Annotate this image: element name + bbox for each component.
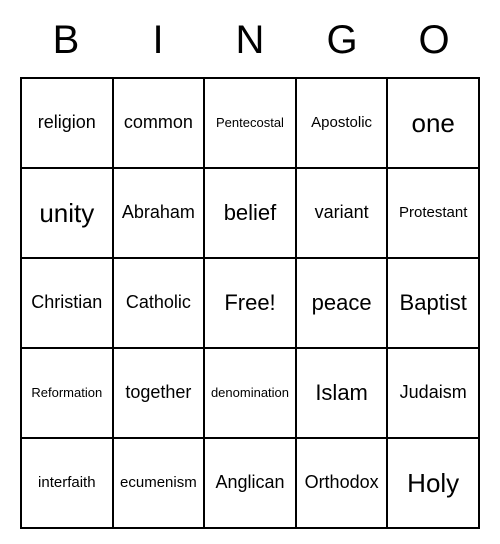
cell-text: Free!: [224, 291, 275, 315]
cell-text: Apostolic: [311, 115, 372, 132]
bingo-cell[interactable]: common: [113, 78, 205, 168]
cell-text: Catholic: [126, 293, 191, 313]
bingo-cell[interactable]: Holy: [387, 438, 479, 528]
bingo-header: B I N G O: [20, 10, 480, 77]
bingo-grid: religion common Pentecostal Apostolic on…: [20, 77, 480, 529]
cell-text: one: [411, 109, 454, 138]
bingo-cell[interactable]: Christian: [21, 258, 113, 348]
cell-text: unity: [39, 199, 94, 228]
bingo-cell[interactable]: interfaith: [21, 438, 113, 528]
bingo-cell[interactable]: denomination: [204, 348, 296, 438]
cell-text: Judaism: [400, 383, 467, 403]
bingo-cell[interactable]: religion: [21, 78, 113, 168]
cell-text: Baptist: [400, 291, 467, 315]
cell-text: Reformation: [31, 386, 102, 400]
header-letter-o: O: [388, 18, 480, 63]
cell-text: Abraham: [122, 203, 195, 223]
bingo-cell[interactable]: Islam: [296, 348, 388, 438]
cell-text: common: [124, 113, 193, 133]
cell-text: ecumenism: [120, 475, 197, 492]
header-letter-b: B: [20, 18, 112, 63]
header-letter-g: G: [296, 18, 388, 63]
bingo-cell[interactable]: unity: [21, 168, 113, 258]
bingo-cell[interactable]: together: [113, 348, 205, 438]
bingo-card: B I N G O religion common Pentecostal Ap…: [20, 10, 480, 529]
cell-text: peace: [312, 291, 372, 315]
bingo-cell[interactable]: variant: [296, 168, 388, 258]
bingo-cell[interactable]: Apostolic: [296, 78, 388, 168]
bingo-cell[interactable]: Protestant: [387, 168, 479, 258]
cell-text: variant: [315, 203, 369, 223]
cell-text: Protestant: [399, 205, 467, 222]
cell-text: interfaith: [38, 475, 96, 492]
bingo-cell-free[interactable]: Free!: [204, 258, 296, 348]
cell-text: religion: [38, 113, 96, 133]
bingo-cell[interactable]: belief: [204, 168, 296, 258]
bingo-cell[interactable]: Baptist: [387, 258, 479, 348]
cell-text: denomination: [211, 386, 289, 400]
bingo-cell[interactable]: Abraham: [113, 168, 205, 258]
bingo-cell[interactable]: Pentecostal: [204, 78, 296, 168]
bingo-cell[interactable]: ecumenism: [113, 438, 205, 528]
cell-text: Holy: [407, 469, 459, 498]
cell-text: Orthodox: [305, 473, 379, 493]
cell-text: Islam: [315, 381, 368, 405]
cell-text: belief: [224, 201, 277, 225]
cell-text: together: [125, 383, 191, 403]
header-letter-n: N: [204, 18, 296, 63]
cell-text: Christian: [31, 293, 102, 313]
cell-text: Pentecostal: [216, 116, 284, 130]
bingo-cell[interactable]: peace: [296, 258, 388, 348]
bingo-cell[interactable]: one: [387, 78, 479, 168]
bingo-cell[interactable]: Catholic: [113, 258, 205, 348]
header-letter-i: I: [112, 18, 204, 63]
cell-text: Anglican: [215, 473, 284, 493]
bingo-cell[interactable]: Orthodox: [296, 438, 388, 528]
bingo-cell[interactable]: Judaism: [387, 348, 479, 438]
bingo-cell[interactable]: Anglican: [204, 438, 296, 528]
bingo-cell[interactable]: Reformation: [21, 348, 113, 438]
